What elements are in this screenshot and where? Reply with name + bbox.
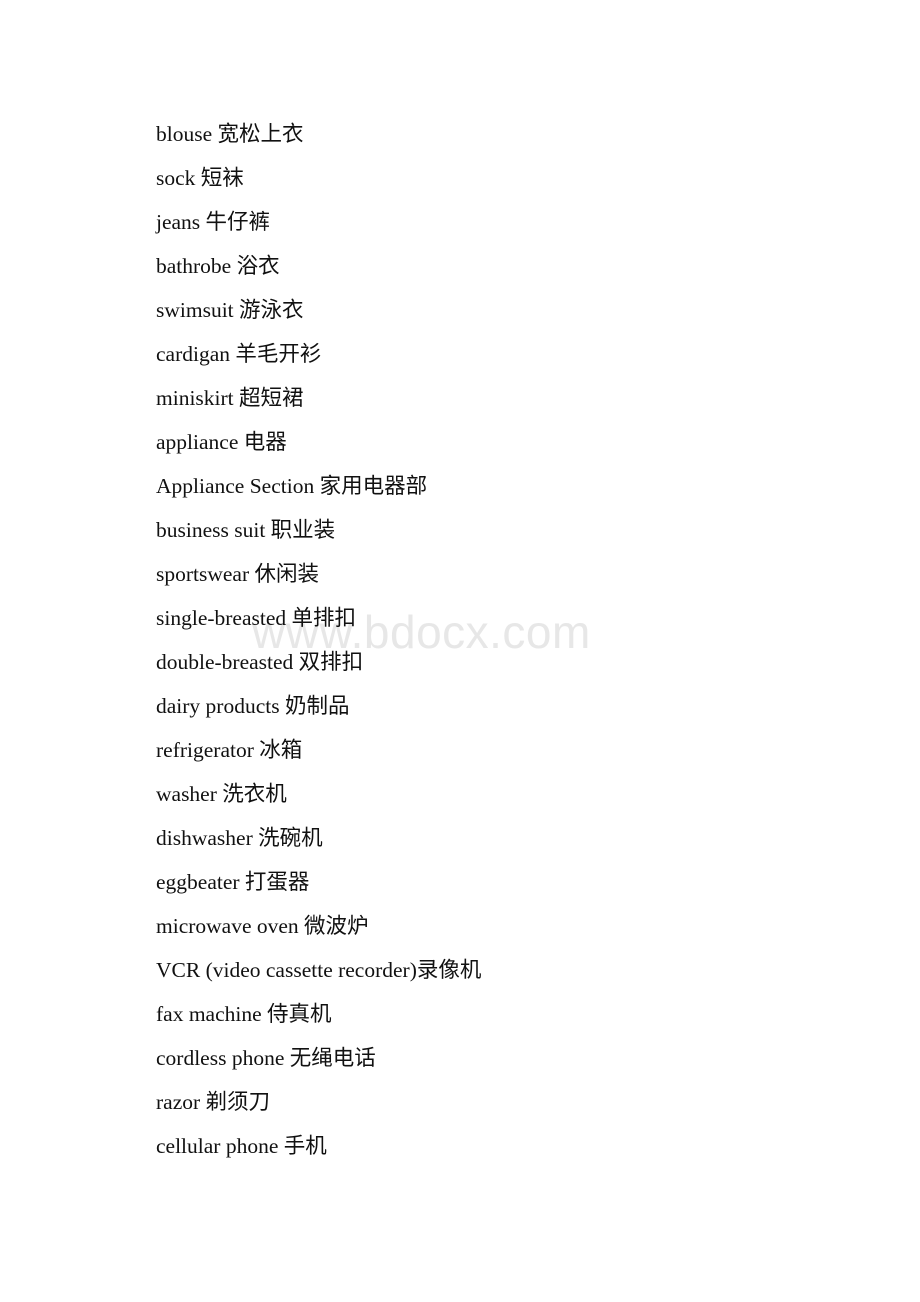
vocabulary-line: refrigerator 冰箱	[156, 738, 303, 762]
vocabulary-line: eggbeater 打蛋器	[156, 870, 310, 894]
vocabulary-line: cardigan 羊毛开衫	[156, 342, 322, 366]
vocabulary-line: dishwasher 洗碗机	[156, 826, 323, 850]
vocabulary-line: sock 短袜	[156, 166, 244, 190]
vocabulary-line: jeans 牛仔裤	[156, 210, 271, 234]
vocabulary-line: miniskirt 超短裙	[156, 386, 304, 410]
vocabulary-line: fax machine 侍真机	[156, 1002, 332, 1026]
vocabulary-line: business suit 职业装	[156, 518, 336, 542]
vocabulary-line: washer 洗衣机	[156, 782, 287, 806]
vocabulary-list: blouse 宽松上衣 sock 短袜 jeans 牛仔裤 bathrobe 浴衣 sw…	[156, 112, 856, 1168]
vocabulary-line: swimsuit 游泳衣	[156, 298, 304, 322]
vocabulary-line: Appliance Section 家用电器部	[156, 474, 428, 498]
vocabulary-line: appliance 电器	[156, 430, 287, 454]
vocabulary-line: sportswear 休闲装	[156, 562, 320, 586]
vocabulary-line: double-breasted 双排扣	[156, 650, 364, 674]
vocabulary-line: bathrobe 浴衣	[156, 254, 280, 278]
vocabulary-line: cellular phone 手机	[156, 1134, 327, 1158]
vocabulary-line: microwave oven 微波炉	[156, 914, 369, 938]
vocabulary-line: single-breasted 单排扣	[156, 606, 357, 630]
vocabulary-line: dairy products 奶制品	[156, 694, 350, 718]
vocabulary-line: razor 剃须刀	[156, 1090, 271, 1114]
vocabulary-line: blouse 宽松上衣	[156, 122, 304, 146]
vocabulary-line: VCR (video cassette recorder)录像机	[156, 958, 482, 982]
vocabulary-line: cordless phone 无绳电话	[156, 1046, 376, 1070]
document-page: www.bdocx.com blouse 宽松上衣 sock 短袜 jeans 牛仔…	[0, 0, 920, 1302]
